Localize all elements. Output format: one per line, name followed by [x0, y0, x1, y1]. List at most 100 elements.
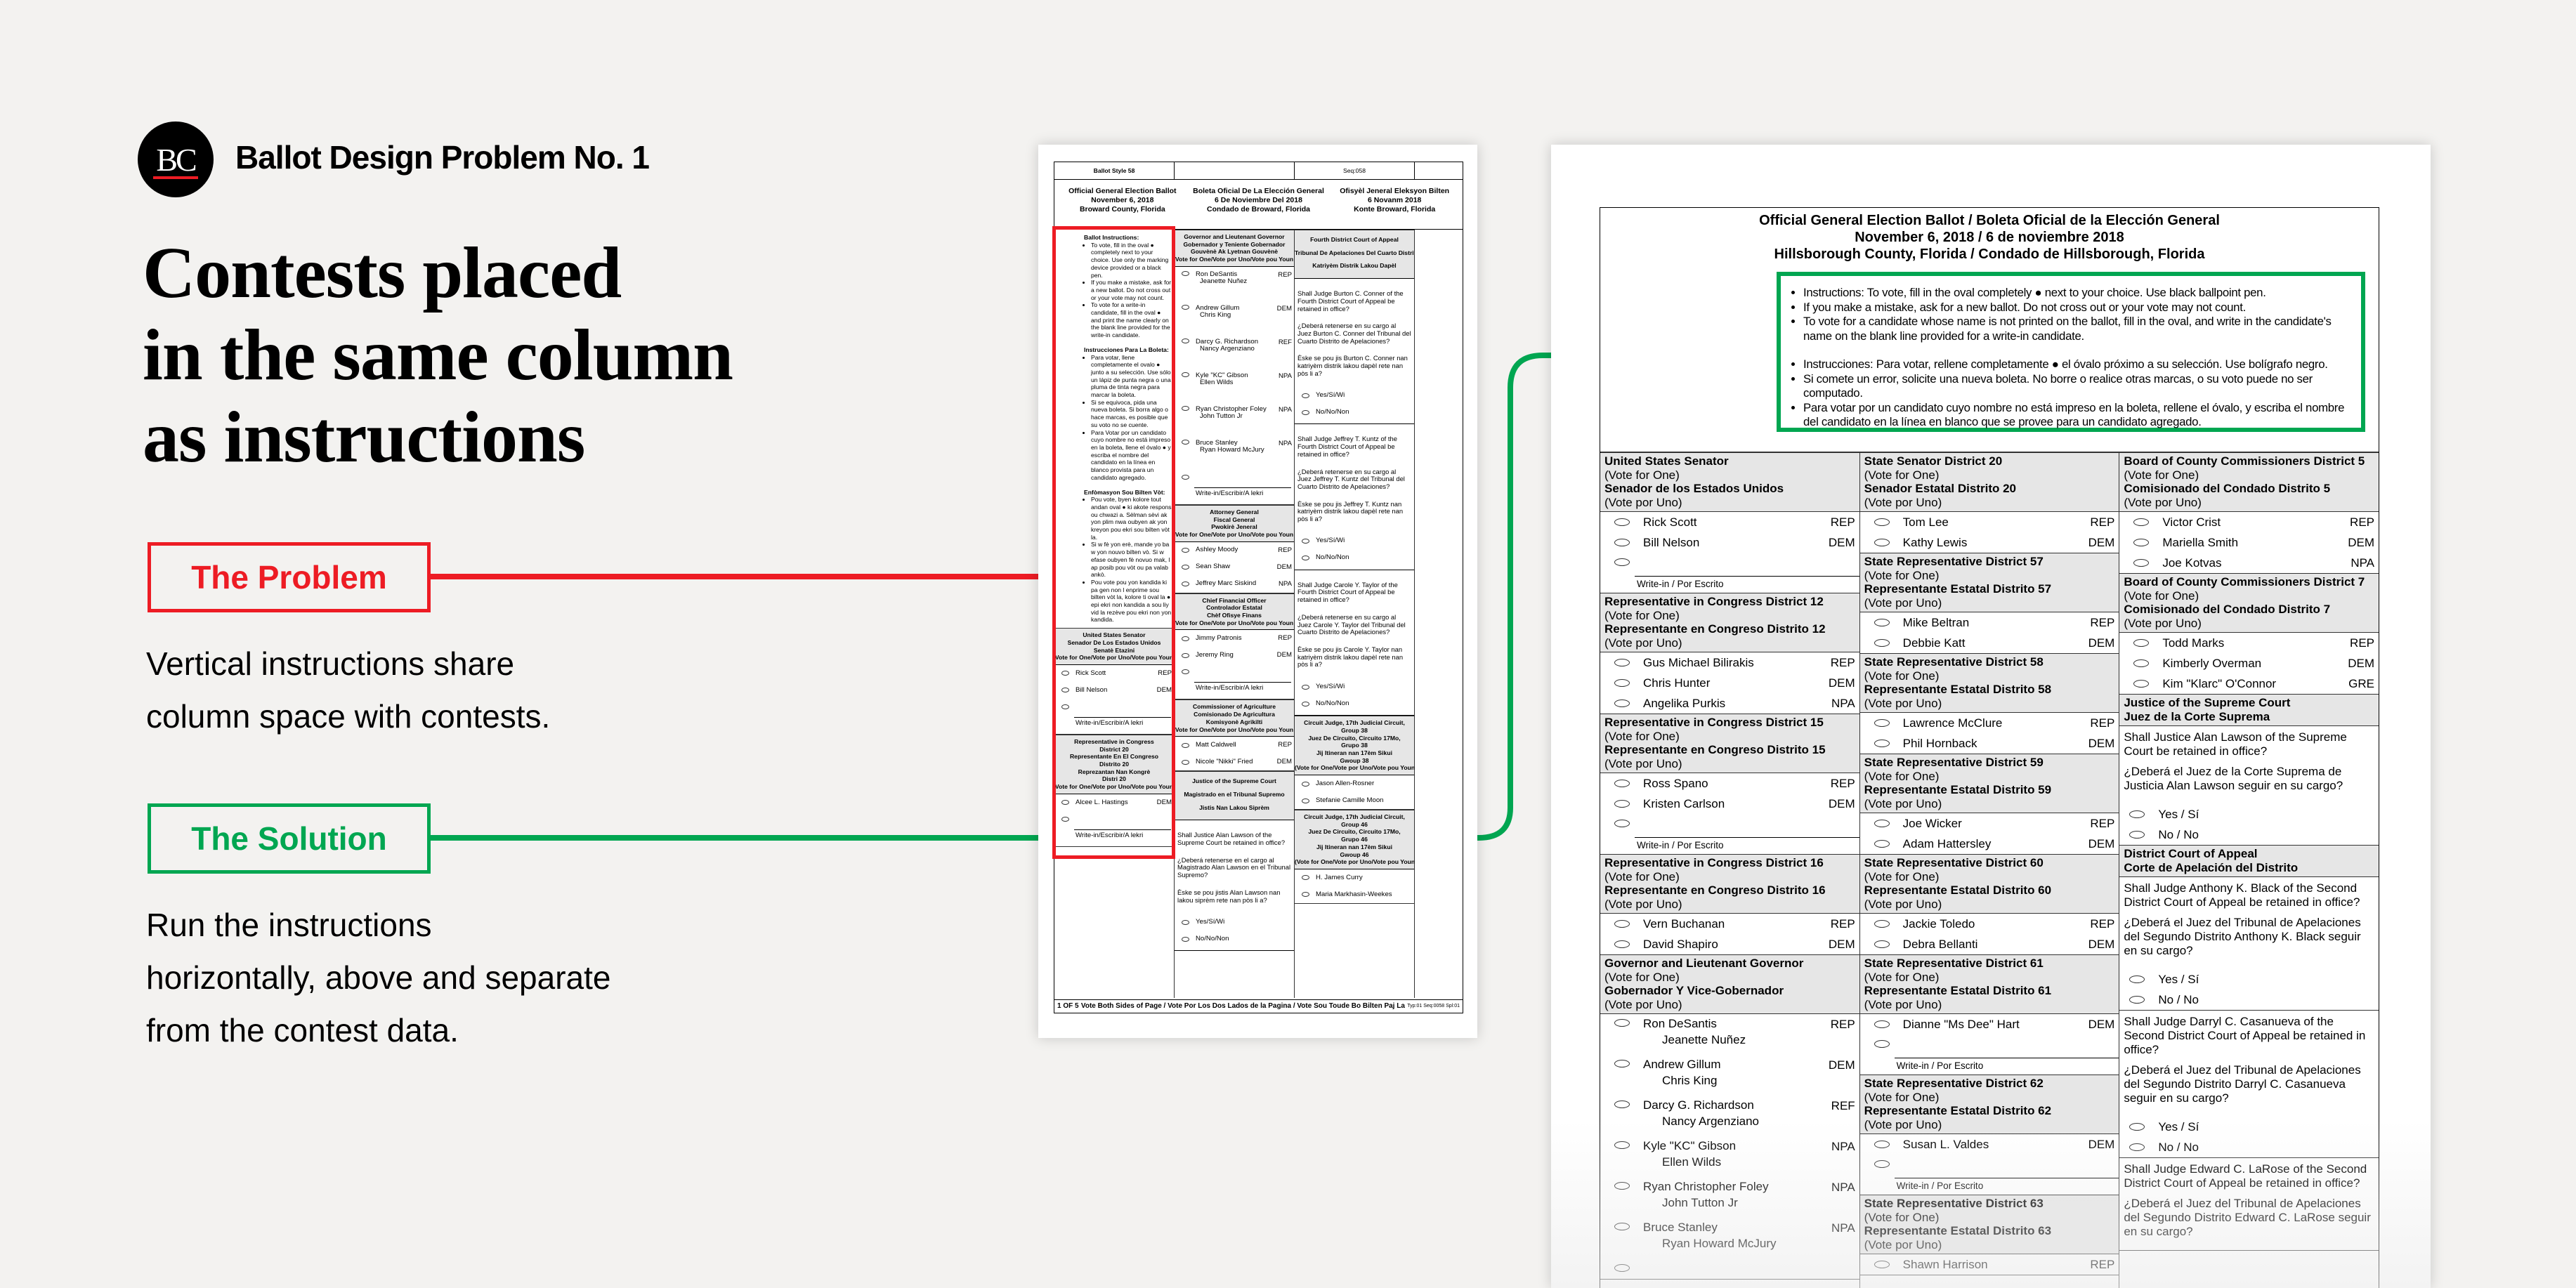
candidate-row[interactable]: Victor Crist REP — [2119, 512, 2379, 532]
vote-oval[interactable] — [1874, 840, 1890, 848]
vote-oval[interactable] — [2129, 975, 2145, 983]
candidate-row[interactable]: Ryan Christopher Foley John Tutton Jr NPA — [1600, 1177, 1859, 1218]
vote-oval[interactable] — [1302, 798, 1309, 803]
vote-oval[interactable] — [1614, 1060, 1630, 1067]
candidate-row[interactable]: H. James Curry — [1295, 869, 1414, 886]
vote-oval[interactable] — [1182, 270, 1189, 276]
vote-oval[interactable] — [2133, 518, 2150, 526]
vote-oval[interactable] — [2133, 659, 2150, 667]
vote-oval[interactable] — [1874, 1160, 1890, 1168]
retention-option[interactable]: No / No — [2119, 824, 2374, 845]
candidate-row[interactable]: Joe Kotvas NPA — [2119, 553, 2379, 573]
candidate-row[interactable]: Lawrence McClure REP — [1860, 713, 2119, 733]
vote-oval[interactable] — [1302, 556, 1309, 561]
vote-oval[interactable] — [2129, 810, 2145, 818]
candidate-row[interactable]: Sean Shaw DEM — [1175, 559, 1294, 576]
candidate-row[interactable]: Kathy Lewis DEM — [1860, 532, 2119, 553]
candidate-row[interactable]: Ryan Christopher Foley John Tutton Jr NPA — [1175, 402, 1294, 435]
write-in-line[interactable] — [1194, 487, 1291, 488]
vote-oval[interactable] — [1302, 875, 1309, 881]
candidate-row[interactable]: Kyle "KC" Gibson Ellen Wilds NPA — [1600, 1136, 1859, 1177]
vote-oval[interactable] — [1182, 669, 1189, 675]
candidate-row[interactable]: Kyle "KC" Gibson Ellen Wilds NPA — [1175, 368, 1294, 402]
candidate-row[interactable]: Andrew Gillum Chris King DEM — [1175, 301, 1294, 334]
vote-oval[interactable] — [1614, 659, 1630, 666]
write-in-row[interactable]: Write-in/Escribir/A lekri — [1175, 469, 1294, 504]
candidate-row[interactable]: Stefanie Camille Moon — [1295, 792, 1414, 809]
candidate-row[interactable]: Mike Beltran REP — [1860, 612, 2119, 633]
write-in-line[interactable] — [1194, 682, 1291, 683]
write-in-line[interactable] — [1635, 837, 1859, 838]
candidate-row[interactable]: Darcy G. Richardson Nancy Argenziano REF — [1175, 334, 1294, 368]
vote-oval[interactable] — [2129, 1143, 2145, 1151]
retention-option[interactable]: No/No/Non — [1297, 695, 1411, 712]
vote-oval[interactable] — [1614, 1141, 1630, 1149]
vote-oval[interactable] — [2129, 996, 2145, 1004]
write-in-row[interactable]: Write-in / Por Escrito — [1860, 1034, 2119, 1075]
candidate-row[interactable]: Ashley Moody REP — [1175, 542, 1294, 559]
vote-oval[interactable] — [1614, 820, 1630, 827]
retention-option[interactable]: Yes / Sí — [2119, 969, 2374, 990]
candidate-row[interactable]: Maria Markhasin-Weekes — [1295, 886, 1414, 903]
candidate-row[interactable]: Shawn Harrison REP — [1860, 1254, 2119, 1275]
vote-oval[interactable] — [1182, 936, 1189, 942]
candidate-row[interactable]: Ross Spano REP — [1600, 773, 1859, 794]
candidate-row[interactable]: Phil Hornback DEM — [1860, 733, 2119, 754]
vote-oval[interactable] — [2129, 1123, 2145, 1131]
retention-option[interactable]: Yes / Sí — [2119, 1117, 2374, 1137]
vote-oval[interactable] — [1614, 1100, 1630, 1108]
vote-oval[interactable] — [2129, 831, 2145, 839]
write-in-row[interactable]: Write-in/Escribir/A lekri — [1175, 664, 1294, 699]
vote-oval[interactable] — [1874, 1020, 1890, 1028]
vote-oval[interactable] — [1182, 759, 1189, 765]
vote-oval[interactable] — [1182, 565, 1189, 570]
vote-oval[interactable] — [1302, 684, 1309, 690]
vote-oval[interactable] — [1614, 940, 1630, 948]
candidate-row[interactable]: Ron DeSantis Jeanette Nuñez REP — [1175, 267, 1294, 301]
vote-oval[interactable] — [1874, 820, 1890, 827]
candidate-row[interactable]: David Shapiro DEM — [1600, 934, 1859, 954]
write-in-line[interactable] — [1635, 576, 1859, 577]
candidate-row[interactable]: Matt Caldwell REP — [1175, 737, 1294, 754]
vote-oval[interactable] — [1302, 781, 1309, 787]
vote-oval[interactable] — [1302, 892, 1309, 898]
vote-oval[interactable] — [2133, 559, 2150, 567]
candidate-row[interactable]: Kim "Klarc" O'Connor GRE — [2119, 673, 2379, 694]
vote-oval[interactable] — [1302, 539, 1309, 544]
retention-option[interactable]: Yes / Sí — [2119, 804, 2374, 824]
retention-option[interactable]: No/No/Non — [1297, 404, 1411, 421]
candidate-row[interactable]: Bruce Stanley Ryan Howard McJury NPA — [1175, 435, 1294, 469]
candidate-row[interactable]: Jason Allen-Rosner — [1295, 775, 1414, 792]
candidate-row[interactable]: Todd Marks REP — [2119, 633, 2379, 653]
candidate-row[interactable]: Angelika Purkis NPA — [1600, 693, 1859, 714]
candidate-row[interactable]: Andrew Gillum Chris King DEM — [1600, 1055, 1859, 1096]
write-in-row[interactable]: Write-in / Por Escrito — [1860, 1155, 2119, 1195]
vote-oval[interactable] — [1874, 920, 1890, 928]
candidate-row[interactable]: Jeffrey Marc Siskind NPA — [1175, 576, 1294, 593]
retention-option[interactable]: No / No — [2119, 990, 2374, 1010]
vote-oval[interactable] — [1182, 652, 1189, 658]
vote-oval[interactable] — [1182, 439, 1189, 445]
retention-option[interactable]: No/No/Non — [1297, 550, 1411, 567]
candidate-row[interactable]: Adam Hattersley DEM — [1860, 834, 2119, 854]
vote-oval[interactable] — [1302, 701, 1309, 707]
candidate-row[interactable]: Mariella Smith DEM — [2119, 532, 2379, 553]
vote-oval[interactable] — [1614, 800, 1630, 808]
vote-oval[interactable] — [2133, 639, 2150, 647]
candidate-row[interactable]: Rick Scott REP — [1600, 512, 1859, 532]
vote-oval[interactable] — [1614, 539, 1630, 546]
vote-oval[interactable] — [2133, 539, 2150, 546]
vote-oval[interactable] — [1614, 1182, 1630, 1190]
vote-oval[interactable] — [1614, 1019, 1630, 1027]
candidate-row[interactable]: Ron DeSantis Jeanette Nuñez REP — [1600, 1014, 1859, 1055]
candidate-row[interactable]: Tom Lee REP — [1860, 512, 2119, 532]
candidate-row[interactable]: Debbie Katt DEM — [1860, 633, 2119, 653]
vote-oval[interactable] — [1614, 1264, 1630, 1272]
retention-option[interactable]: Yes/Sí/Wi — [1297, 533, 1411, 550]
candidate-row[interactable]: Dianne "Ms Dee" Hart DEM — [1860, 1014, 2119, 1034]
retention-option[interactable]: No / No — [2119, 1137, 2374, 1157]
candidate-row[interactable]: Kristen Carlson DEM — [1600, 794, 1859, 814]
vote-oval[interactable] — [2133, 680, 2150, 688]
vote-oval[interactable] — [1182, 405, 1189, 411]
candidate-row[interactable]: Joe Wicker REP — [1860, 813, 2119, 834]
